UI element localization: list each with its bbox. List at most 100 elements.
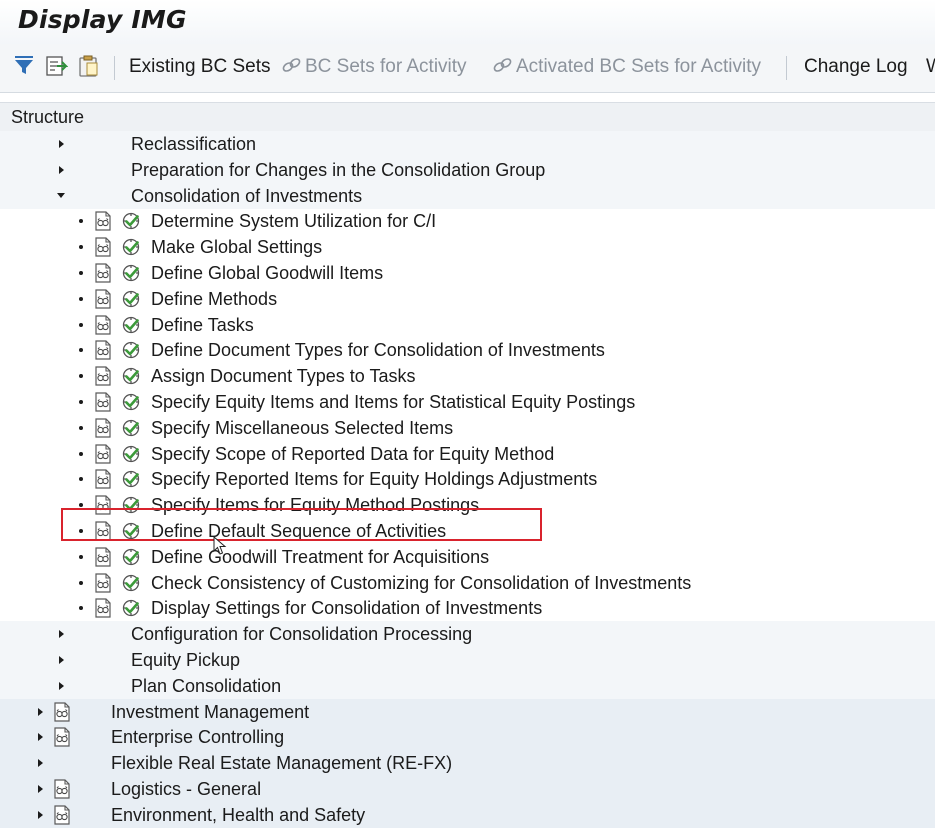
documentation-icon[interactable] — [94, 366, 112, 386]
execute-activity-icon[interactable] — [121, 521, 141, 541]
collapsed-node-arrow-icon[interactable] — [35, 750, 45, 776]
documentation-icon[interactable] — [94, 392, 112, 412]
documentation-icon[interactable] — [94, 418, 112, 438]
tree-node-label[interactable]: Define Goodwill Treatment for Acquisitio… — [151, 544, 489, 570]
tree-node-label[interactable]: Environment, Health and Safety — [111, 802, 365, 828]
tree-activity-row[interactable]: Define Document Types for Consolidation … — [0, 337, 935, 363]
documentation-icon[interactable] — [94, 289, 112, 309]
tree-node-label[interactable]: Define Tasks — [151, 312, 254, 338]
tree-activity-row[interactable]: Specify Items for Equity Method Postings — [0, 492, 935, 518]
collapsed-node-arrow-icon[interactable] — [56, 673, 66, 699]
toolbar-overflow-button[interactable]: W — [926, 56, 935, 78]
tree-node-label[interactable]: Specify Reported Items for Equity Holdin… — [151, 466, 597, 492]
activated-bc-sets-for-activity-button[interactable]: Activated BC Sets for Activity — [492, 56, 761, 78]
tree-folder-row[interactable]: Configuration for Consolidation Processi… — [0, 621, 935, 648]
tree-node-label[interactable]: Assign Document Types to Tasks — [151, 363, 415, 389]
documentation-icon[interactable] — [94, 443, 112, 464]
execute-activity-icon[interactable] — [121, 289, 141, 309]
tree-node-label[interactable]: Specify Items for Equity Method Postings — [151, 492, 479, 518]
existing-bc-sets-button[interactable]: Existing BC Sets — [129, 56, 271, 78]
documentation-icon[interactable] — [94, 263, 112, 283]
tree-folder-row[interactable]: Consolidation of Investments — [0, 182, 935, 209]
collapsed-node-arrow-icon[interactable] — [56, 131, 66, 157]
tree-activity-row[interactable]: Define Default Sequence of Activities — [0, 518, 935, 544]
tree-node-label[interactable]: Flexible Real Estate Management (RE-FX) — [111, 750, 452, 776]
documentation-icon[interactable] — [94, 314, 112, 335]
expanded-node-arrow-icon[interactable] — [56, 183, 66, 209]
tree-node-label[interactable]: Define Document Types for Consolidation … — [151, 337, 605, 363]
bc-set-transport-icon[interactable] — [44, 54, 68, 78]
tree-activity-row[interactable]: Define Global Goodwill Items — [0, 260, 935, 286]
documentation-icon[interactable] — [94, 211, 112, 231]
tree-folder-row[interactable]: Logistics - General — [0, 776, 935, 802]
tree-node-label[interactable]: Define Methods — [151, 286, 277, 312]
tree-node-label[interactable]: Equity Pickup — [131, 647, 240, 673]
tree-node-label[interactable]: Display Settings for Consolidation of In… — [151, 595, 542, 621]
tree-folder-row[interactable]: Enterprise Controlling — [0, 724, 935, 751]
tree-activity-row[interactable]: Define Tasks — [0, 312, 935, 338]
tree-node-label[interactable]: Check Consistency of Customizing for Con… — [151, 570, 691, 596]
documentation-icon[interactable] — [53, 701, 71, 722]
filter-icon[interactable] — [12, 54, 36, 78]
tree-activity-row[interactable]: Specify Equity Items and Items for Stati… — [0, 389, 935, 415]
tree-node-label[interactable]: Preparation for Changes in the Consolida… — [131, 157, 545, 183]
collapsed-node-arrow-icon[interactable] — [56, 621, 66, 647]
documentation-icon[interactable] — [94, 521, 112, 541]
tree-node-label[interactable]: Plan Consolidation — [131, 673, 281, 699]
tree-node-label[interactable]: Define Default Sequence of Activities — [151, 518, 446, 544]
execute-activity-icon[interactable] — [121, 366, 141, 386]
collapsed-node-arrow-icon[interactable] — [56, 647, 66, 673]
tree-node-label[interactable]: Investment Management — [111, 699, 309, 725]
documentation-icon[interactable] — [94, 547, 112, 567]
tree-folder-row[interactable]: Plan Consolidation — [0, 672, 935, 699]
tree-folder-row[interactable]: Preparation for Changes in the Consolida… — [0, 156, 935, 183]
collapsed-node-arrow-icon[interactable] — [35, 802, 45, 828]
documentation-icon[interactable] — [94, 495, 112, 515]
tree-folder-row[interactable]: Environment, Health and Safety — [0, 801, 935, 828]
execute-activity-icon[interactable] — [121, 547, 141, 567]
tree-activity-row[interactable]: Define Goodwill Treatment for Acquisitio… — [0, 544, 935, 570]
documentation-icon[interactable] — [53, 727, 71, 747]
tree-node-label[interactable]: Define Global Goodwill Items — [151, 260, 383, 286]
clipboard-icon[interactable] — [76, 54, 100, 78]
documentation-icon[interactable] — [94, 237, 112, 257]
tree-folder-row[interactable]: Equity Pickup — [0, 647, 935, 673]
tree-folder-row[interactable]: Reclassification — [0, 131, 935, 157]
tree-node-label[interactable]: Specify Scope of Reported Data for Equit… — [151, 441, 554, 467]
execute-activity-icon[interactable] — [121, 237, 141, 257]
tree-node-label[interactable]: Configuration for Consolidation Processi… — [131, 621, 472, 647]
execute-activity-icon[interactable] — [121, 211, 141, 231]
tree-activity-row[interactable]: Check Consistency of Customizing for Con… — [0, 570, 935, 596]
execute-activity-icon[interactable] — [121, 315, 141, 335]
execute-activity-icon[interactable] — [121, 598, 141, 618]
change-log-button[interactable]: Change Log — [804, 56, 908, 78]
tree-activity-row[interactable]: Define Methods — [0, 286, 935, 312]
tree-activity-row[interactable]: Assign Document Types to Tasks — [0, 363, 935, 389]
tree-node-label[interactable]: Specify Miscellaneous Selected Items — [151, 415, 453, 441]
tree-folder-row[interactable]: Flexible Real Estate Management (RE-FX) — [0, 750, 935, 777]
collapsed-node-arrow-icon[interactable] — [56, 157, 66, 183]
execute-activity-icon[interactable] — [121, 469, 141, 489]
documentation-icon[interactable] — [94, 598, 112, 618]
execute-activity-icon[interactable] — [121, 495, 141, 515]
tree-activity-row[interactable]: Determine System Utilization for C/I — [0, 208, 935, 234]
tree-activity-row[interactable]: Specify Reported Items for Equity Holdin… — [0, 466, 935, 492]
collapsed-node-arrow-icon[interactable] — [35, 699, 45, 725]
execute-activity-icon[interactable] — [121, 573, 141, 593]
execute-activity-icon[interactable] — [121, 340, 141, 360]
tree-node-label[interactable]: Consolidation of Investments — [131, 183, 362, 209]
documentation-icon[interactable] — [53, 779, 71, 799]
tree-node-label[interactable]: Make Global Settings — [151, 234, 322, 260]
tree-folder-row[interactable]: Investment Management — [0, 698, 935, 725]
documentation-icon[interactable] — [94, 572, 112, 593]
tree-node-label[interactable]: Logistics - General — [111, 776, 261, 802]
tree-activity-row[interactable]: Display Settings for Consolidation of In… — [0, 595, 935, 621]
collapsed-node-arrow-icon[interactable] — [35, 776, 45, 802]
tree-activity-row[interactable]: Make Global Settings — [0, 234, 935, 260]
tree-node-label[interactable]: Reclassification — [131, 131, 256, 157]
collapsed-node-arrow-icon[interactable] — [35, 724, 45, 750]
execute-activity-icon[interactable] — [121, 392, 141, 412]
documentation-icon[interactable] — [53, 805, 71, 825]
tree-node-label[interactable]: Determine System Utilization for C/I — [151, 208, 436, 234]
documentation-icon[interactable] — [94, 469, 112, 489]
